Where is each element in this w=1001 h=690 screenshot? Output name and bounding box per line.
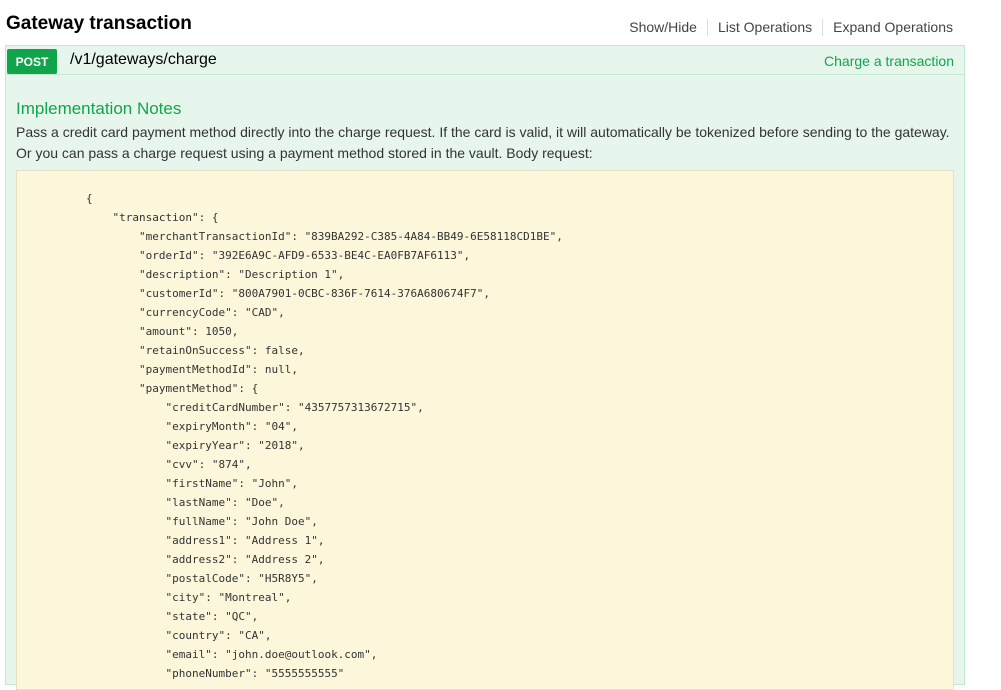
code-line: "paymentMethodId": null, [139, 363, 298, 376]
operation-heading[interactable]: POST /v1/gateways/charge Charge a transa… [6, 46, 964, 75]
resource-actions: Show/Hide List Operations Expand Operati… [619, 19, 963, 36]
code-line: "cvv": "874", [165, 458, 252, 471]
implementation-notes-title: Implementation Notes [16, 99, 182, 118]
code-line: "description": "Description 1", [139, 268, 345, 281]
code-line: "merchantTransactionId": "839BA292-C385-… [139, 230, 563, 243]
show-hide-link[interactable]: Show/Hide [619, 19, 707, 36]
code-line: "city": "Montreal", [165, 591, 292, 604]
code-line: "firstName": "John", [165, 477, 298, 490]
code-line: "fullName": "John Doe", [165, 515, 318, 528]
body-request-code-block: { "transaction": { "merchantTransactionId"… [16, 170, 954, 690]
expand-operations-link[interactable]: Expand Operations [823, 19, 963, 36]
code-line: "customerId": "800A7901-0CBC-836F-7614-3… [139, 287, 490, 300]
code-line: "paymentMethod": { [139, 382, 259, 395]
code-line: "lastName": "Doe", [165, 496, 285, 509]
operation-panel: POST /v1/gateways/charge Charge a transa… [5, 45, 965, 690]
implementation-notes-text: Pass a credit card payment method direct… [16, 124, 950, 161]
http-method-badge[interactable]: POST [7, 49, 57, 74]
code-line: "email": "john.doe@outlook.com", [165, 648, 378, 661]
list-operations-link[interactable]: List Operations [708, 19, 822, 36]
code-line: "orderId": "392E6A9C-AFD9-6533-BE4C-EA0F… [139, 249, 471, 262]
code-line: "currencyCode": "CAD", [139, 306, 285, 319]
resource-header: Gateway transaction Show/Hide List Opera… [0, 0, 1001, 44]
code-line: "creditCardNumber": "4357757313672715", [165, 401, 424, 414]
operation-summary-link[interactable]: Charge a transaction [824, 53, 954, 69]
code-line: "phoneNumber": "5555555555" [165, 667, 345, 680]
code-line: "state": "QC", [165, 610, 259, 623]
code-line: "expiryYear": "2018", [165, 439, 305, 452]
resource-title[interactable]: Gateway transaction [6, 13, 192, 35]
code-line: "postalCode": "H5R8Y5", [165, 572, 318, 585]
endpoint-path[interactable]: /v1/gateways/charge [70, 51, 217, 69]
code-lines: { "transaction": { "merchantTransactionId"… [17, 189, 563, 683]
code-line: "retainOnSuccess": false, [139, 344, 305, 357]
code-line: "country": "CA", [165, 629, 272, 642]
code-line: "amount": 1050, [139, 325, 239, 338]
code-line: "transaction": { [112, 211, 219, 224]
code-line: "address2": "Address 2", [165, 553, 325, 566]
code-line: "address1": "Address 1", [165, 534, 325, 547]
code-line: { [86, 192, 93, 205]
code-line: "expiryMonth": "04", [165, 420, 298, 433]
